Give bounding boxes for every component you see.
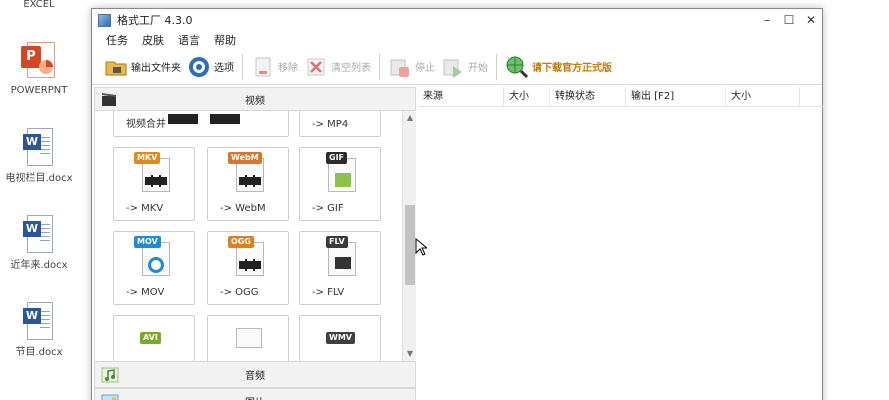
- title-bar[interactable]: 格式工厂 4.3.0 – ☐ ✕: [92, 9, 822, 31]
- desktop-icon-word-2[interactable]: W 近年来.docx: [0, 215, 78, 272]
- toolbar: 输出文件夹 选项 移除 清空列表 停止 开始 请下载官方正式版: [92, 49, 822, 85]
- tile-mkv[interactable]: MKV -> MKV: [113, 147, 195, 221]
- desktop-icon-powerpoint[interactable]: P POWERPNT: [0, 40, 78, 97]
- video-clapper-icon: [102, 93, 116, 106]
- mov-badge: MOV: [134, 236, 161, 248]
- video-format-grid: 视频合并 -> MP4 MKV -> MKV WebM -> WebM GIF …: [94, 111, 416, 361]
- scroll-up-arrow-icon[interactable]: ▲: [403, 111, 416, 125]
- desktop-icon-word-1[interactable]: W 电视栏目.docx: [0, 128, 78, 185]
- clear-list-button[interactable]: 清空列表: [304, 52, 371, 82]
- column-output-size[interactable]: 大小: [726, 87, 800, 106]
- format-grid-scrollbar[interactable]: ▲ ▼: [402, 111, 416, 361]
- gif-badge: GIF: [326, 152, 348, 164]
- category-audio[interactable]: 音频: [94, 361, 416, 388]
- app-window: 格式工厂 4.3.0 – ☐ ✕ 任务 皮肤 语言 帮助 输出文件夹 选项 移除…: [91, 8, 823, 400]
- word-document-icon: W: [23, 215, 55, 255]
- powerpoint-icon: P: [21, 40, 57, 80]
- minimize-button[interactable]: –: [756, 9, 778, 31]
- download-official-button[interactable]: 请下载官方正式版: [505, 52, 612, 82]
- tile-flv[interactable]: FLV -> FLV: [299, 231, 381, 305]
- folder-icon: [105, 61, 127, 75]
- music-note-icon: [101, 367, 119, 382]
- column-status[interactable]: 转换状态: [550, 87, 626, 106]
- options-icon: [189, 56, 209, 77]
- tile-avi[interactable]: AVI: [113, 315, 195, 361]
- scrollbar-thumb[interactable]: [405, 205, 415, 285]
- mkv-badge: MKV: [134, 152, 161, 164]
- picture-icon: [101, 394, 119, 400]
- desktop-excel-label[interactable]: EXCEL: [0, 0, 78, 11]
- remove-button[interactable]: 移除: [251, 52, 298, 82]
- start-button[interactable]: 开始: [441, 52, 488, 82]
- avi-badge: AVI: [140, 332, 161, 344]
- category-video-header[interactable]: 视频: [94, 87, 416, 111]
- wmv-badge: WMV: [326, 332, 355, 344]
- column-size[interactable]: 大小: [504, 87, 550, 106]
- tile-gif[interactable]: GIF -> GIF: [299, 147, 381, 221]
- menu-bar: 任务 皮肤 语言 帮助: [92, 31, 822, 49]
- column-output[interactable]: 输出 [F2]: [626, 87, 726, 106]
- task-list[interactable]: 来源 大小 转换状态 输出 [F2] 大小: [418, 87, 823, 400]
- tile-mp4[interactable]: -> MP4: [299, 111, 381, 137]
- close-button[interactable]: ✕: [800, 9, 822, 31]
- scroll-down-arrow-icon[interactable]: ▼: [403, 347, 416, 361]
- globe-search-icon: [506, 56, 529, 78]
- clear-icon: [307, 58, 325, 75]
- menu-help[interactable]: 帮助: [214, 32, 236, 48]
- tile-webm[interactable]: WebM -> WebM: [207, 147, 289, 221]
- remove-icon: [255, 57, 271, 76]
- stop-icon: [390, 59, 409, 77]
- menu-task[interactable]: 任务: [106, 32, 128, 48]
- maximize-button[interactable]: ☐: [778, 9, 800, 31]
- menu-language[interactable]: 语言: [178, 32, 200, 48]
- tile-mov[interactable]: MOV -> MOV: [113, 231, 195, 305]
- column-source[interactable]: 来源: [418, 87, 504, 106]
- flv-badge: FLV: [326, 236, 348, 248]
- stop-button[interactable]: 停止: [388, 52, 435, 82]
- word-document-icon: W: [23, 302, 55, 342]
- word-document-icon: W: [23, 128, 55, 168]
- app-icon: [98, 13, 111, 27]
- output-folder-button[interactable]: 输出文件夹: [104, 52, 181, 82]
- tile-ogg[interactable]: OGG -> OGG: [207, 231, 289, 305]
- start-icon: [443, 59, 462, 78]
- webm-badge: WebM: [228, 152, 262, 164]
- task-list-header: 来源 大小 转换状态 输出 [F2] 大小: [418, 87, 823, 107]
- options-button[interactable]: 选项: [187, 52, 234, 82]
- window-title: 格式工厂 4.3.0: [117, 14, 193, 27]
- tile-video-merge[interactable]: 视频合并: [113, 111, 289, 137]
- category-image[interactable]: 图片: [94, 388, 416, 400]
- ogg-badge: OGG: [228, 236, 254, 248]
- menu-skin[interactable]: 皮肤: [142, 32, 164, 48]
- tile-format-row3-middle[interactable]: [207, 315, 289, 361]
- tile-wmv[interactable]: WMV: [299, 315, 381, 361]
- desktop-icon-word-3[interactable]: W 节目.docx: [0, 302, 78, 359]
- category-panel: 视频 视频合并 -> MP4 MKV -> MKV WebM -> WebM G…: [94, 87, 416, 400]
- mouse-cursor-icon: [415, 238, 427, 256]
